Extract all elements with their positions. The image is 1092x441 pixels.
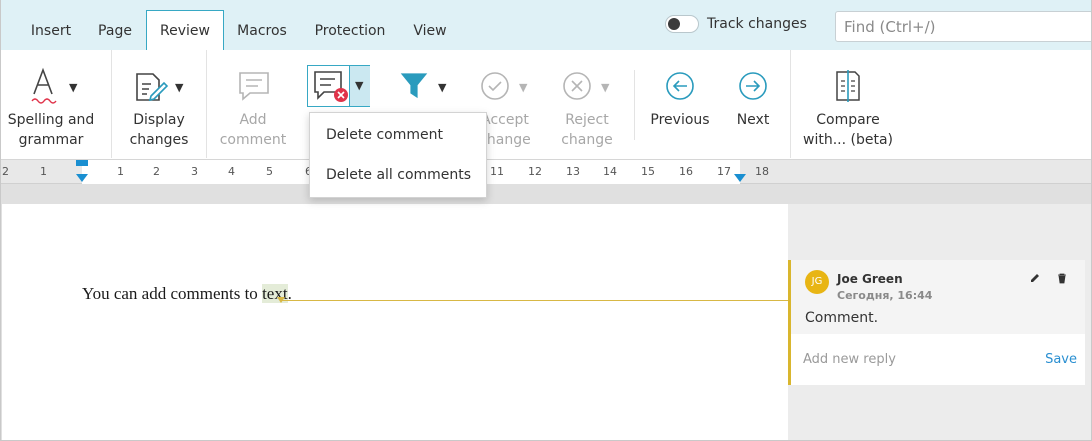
compare-button[interactable]: Compare with... (beta) bbox=[799, 66, 897, 154]
first-line-indent-marker[interactable] bbox=[76, 160, 88, 166]
comment-text: Comment. bbox=[805, 310, 879, 326]
tab-review[interactable]: Review bbox=[146, 10, 224, 51]
display-changes-icon bbox=[136, 73, 169, 102]
tab-view[interactable]: View bbox=[405, 11, 455, 50]
comment-icon bbox=[239, 72, 269, 101]
menu-item-delete-all-comments[interactable]: Delete all comments bbox=[326, 167, 471, 183]
left-indent-marker[interactable] bbox=[76, 174, 88, 182]
ribbon-divider bbox=[206, 50, 207, 158]
ruler-number: 12 bbox=[528, 165, 542, 178]
compare-documents-icon bbox=[836, 70, 860, 102]
tab-macros[interactable]: Macros bbox=[229, 11, 295, 50]
chevron-down-icon: ▼ bbox=[519, 81, 528, 94]
filter-button[interactable]: ▼ bbox=[393, 66, 453, 106]
tab-insert[interactable]: Insert bbox=[20, 11, 82, 50]
delete-comment-dropdown-toggle[interactable]: ▼ bbox=[349, 66, 370, 106]
ribbon-divider bbox=[790, 50, 791, 158]
ruler-number: 2 bbox=[153, 165, 160, 178]
ruler-number: 16 bbox=[679, 165, 693, 178]
add-comment-label-1: Add bbox=[239, 112, 267, 128]
compare-label-1: Compare bbox=[816, 112, 880, 128]
horizontal-ruler[interactable]: 2 1 1 2 3 4 5 6 7 8 9 10 11 12 13 14 15 … bbox=[1, 160, 1091, 184]
right-indent-marker[interactable] bbox=[734, 174, 746, 182]
add-comment-button[interactable]: Add comment bbox=[215, 66, 291, 154]
spelling-label-2: grammar bbox=[18, 132, 84, 148]
reject-change-button[interactable]: ▼ Reject change bbox=[549, 66, 625, 154]
spelling-label-1: Spelling and bbox=[7, 112, 95, 128]
avatar: JG bbox=[805, 270, 829, 294]
document-page[interactable]: You can add comments to text. bbox=[2, 204, 789, 440]
ribbon-divider bbox=[111, 50, 112, 158]
document-paragraph[interactable]: You can add comments to text. bbox=[82, 284, 292, 304]
chevron-down-icon: ▼ bbox=[601, 81, 610, 94]
app-window: Insert Page Review Macros Protection Vie… bbox=[0, 0, 1092, 441]
comment-timestamp: Сегодня, 16:44 bbox=[837, 289, 933, 302]
delete-comment-menu: Delete comment Delete all comments bbox=[309, 112, 487, 198]
ruler-number: 1 bbox=[40, 165, 47, 178]
add-comment-label-2: comment bbox=[219, 132, 287, 148]
ruler-number: 1 bbox=[117, 165, 124, 178]
x-circle-icon bbox=[563, 72, 591, 100]
compare-label-2: with... (beta) bbox=[803, 132, 893, 148]
chevron-down-icon: ▼ bbox=[175, 81, 184, 94]
track-changes-toggle[interactable] bbox=[665, 15, 699, 33]
display-changes-label-2: changes bbox=[129, 132, 189, 148]
ruler-number: 17 bbox=[717, 165, 731, 178]
tab-page[interactable]: Page bbox=[88, 11, 142, 50]
comment-author: Joe Green bbox=[837, 272, 903, 286]
check-circle-icon bbox=[481, 72, 509, 100]
ruler-number: 5 bbox=[266, 165, 273, 178]
review-ribbon: ▼ Spelling and grammar ▼ Display changes… bbox=[1, 50, 1091, 160]
next-button[interactable]: Next bbox=[723, 66, 783, 154]
ruler-number: 4 bbox=[228, 165, 235, 178]
tab-bar: Insert Page Review Macros Protection Vie… bbox=[1, 0, 1091, 51]
chevron-down-icon: ▼ bbox=[69, 81, 78, 94]
reply-field[interactable]: Add new reply Save bbox=[791, 334, 1085, 385]
comment-card[interactable]: JG Joe Green Сегодня, 16:44 Comment. Add… bbox=[788, 260, 1085, 385]
tab-protection[interactable]: Protection bbox=[305, 11, 395, 50]
ruler-number: 11 bbox=[490, 165, 504, 178]
pencil-icon[interactable] bbox=[1029, 272, 1041, 284]
ruler-number: 13 bbox=[566, 165, 580, 178]
display-changes-button[interactable]: ▼ Display changes bbox=[121, 66, 197, 154]
spelling-grammar-button[interactable]: ▼ Spelling and grammar bbox=[7, 66, 95, 154]
paragraph-text: You can add comments to bbox=[82, 284, 263, 303]
delete-comment-icon bbox=[314, 71, 348, 102]
previous-button[interactable]: Previous bbox=[645, 66, 715, 154]
chevron-down-icon: ▼ bbox=[355, 79, 364, 92]
ruler-number: 2 bbox=[2, 165, 9, 178]
filter-icon bbox=[400, 73, 428, 99]
find-input[interactable]: Find (Ctrl+/) bbox=[835, 11, 1091, 42]
ruler-number: 14 bbox=[603, 165, 617, 178]
ruler-number: 15 bbox=[641, 165, 655, 178]
toggle-knob bbox=[668, 18, 680, 30]
comments-sidebar: JG Joe Green Сегодня, 16:44 Comment. Add… bbox=[788, 204, 1091, 440]
display-changes-label-1: Display bbox=[133, 112, 185, 128]
ribbon-divider bbox=[634, 70, 635, 140]
previous-label: Previous bbox=[650, 112, 710, 128]
delete-comment-split-button[interactable]: ▼ bbox=[307, 65, 370, 107]
spelling-icon bbox=[31, 67, 57, 104]
next-label: Next bbox=[736, 112, 770, 128]
chevron-down-icon: ▼ bbox=[438, 81, 447, 94]
menu-item-delete-comment[interactable]: Delete comment bbox=[326, 127, 443, 143]
reject-change-label-1: Reject bbox=[565, 112, 609, 128]
document-area: You can add comments to text. JG Joe Gre… bbox=[1, 184, 1091, 440]
reject-change-label-2: change bbox=[561, 132, 613, 148]
comment-connector-line bbox=[281, 300, 789, 301]
arrow-left-circle-icon bbox=[666, 72, 694, 100]
track-changes-label: Track changes bbox=[707, 16, 807, 32]
trash-icon[interactable] bbox=[1056, 272, 1068, 284]
reply-placeholder: Add new reply bbox=[803, 352, 896, 367]
ruler-number: 3 bbox=[191, 165, 198, 178]
arrow-right-circle-icon bbox=[739, 72, 767, 100]
save-reply-button[interactable]: Save bbox=[1045, 352, 1077, 367]
ruler-number: 18 bbox=[755, 165, 769, 178]
